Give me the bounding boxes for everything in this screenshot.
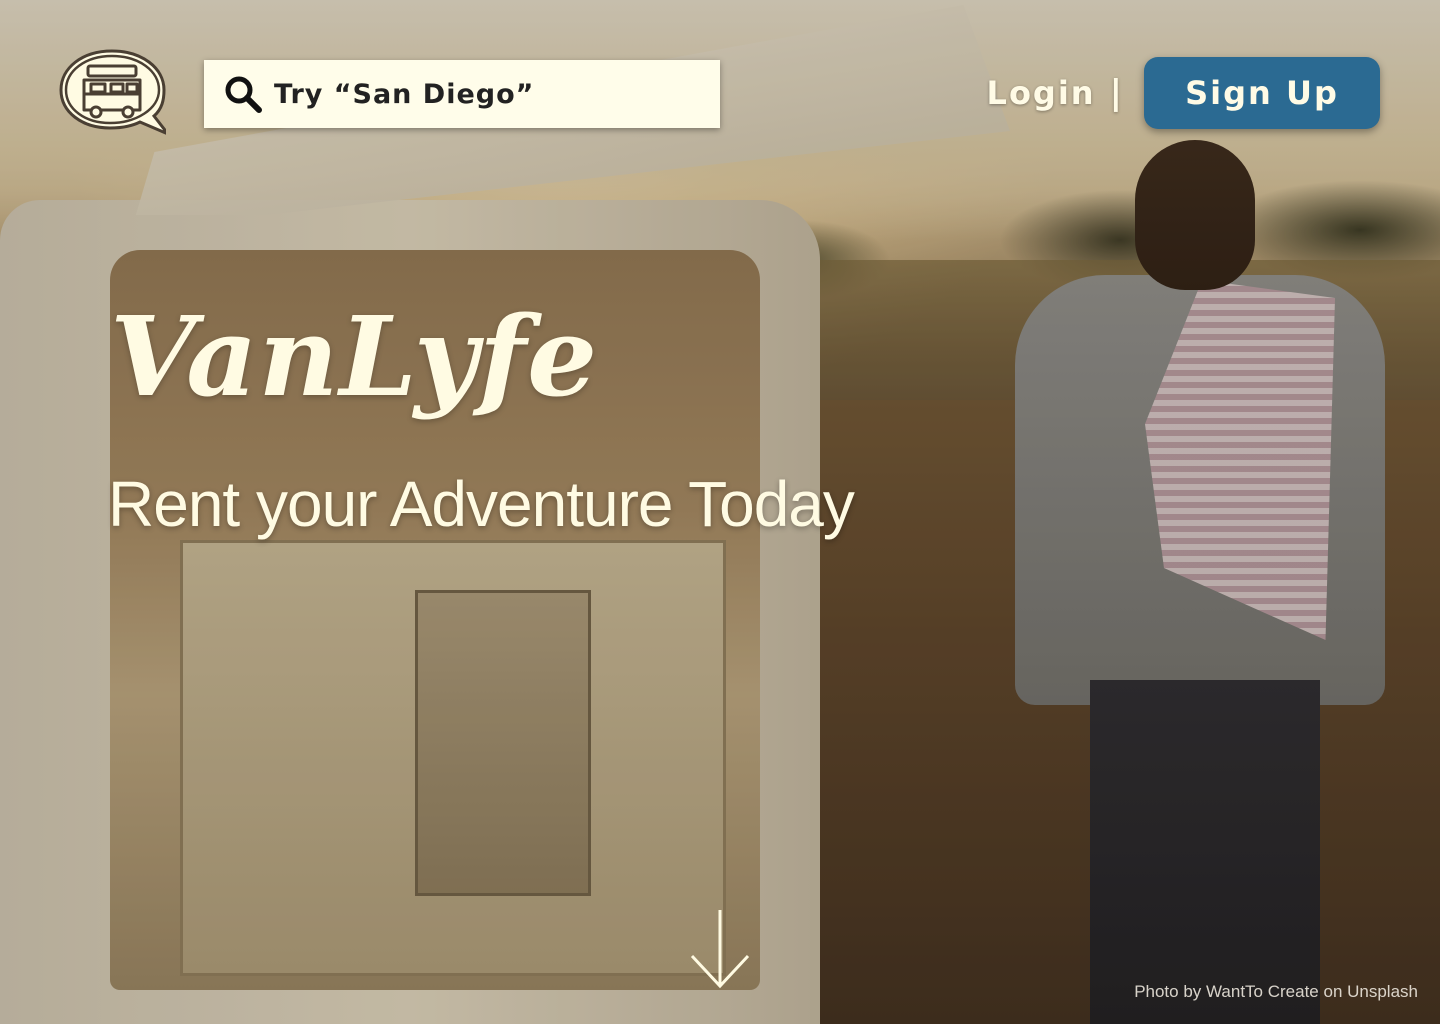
photo-credit: Photo by WantTo Create on Unsplash <box>1134 982 1418 1001</box>
hero-tagline: Rent your Adventure Today <box>108 468 855 540</box>
search-bar <box>204 60 720 128</box>
top-nav: Login | Sign Up <box>987 57 1380 129</box>
van-logo-icon[interactable] <box>58 48 170 136</box>
hero-section: Login | Sign Up VanLyfe Rent your Advent… <box>0 0 1440 1024</box>
login-link[interactable]: Login <box>987 74 1096 112</box>
signup-button[interactable]: Sign Up <box>1144 57 1380 129</box>
brand-title: VanLyfe <box>110 292 599 421</box>
nav-divider: | <box>1109 73 1122 113</box>
arrow-down-icon[interactable] <box>689 908 751 990</box>
search-input[interactable] <box>274 78 704 110</box>
logo-graphic <box>59 49 170 136</box>
search-icon[interactable] <box>224 75 262 113</box>
arrow-down-graphic <box>690 910 750 989</box>
search-icon-graphic <box>225 76 262 113</box>
